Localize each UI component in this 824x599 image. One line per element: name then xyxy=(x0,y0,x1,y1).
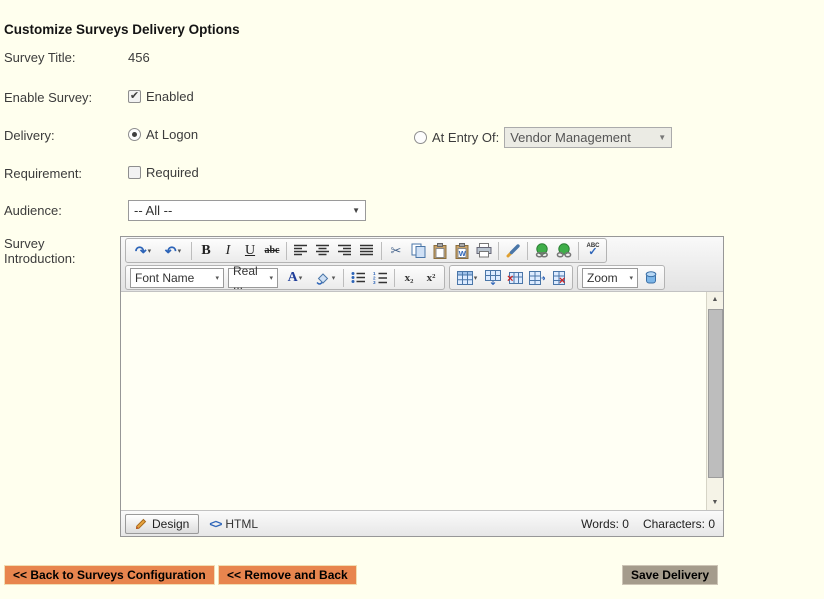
insert-column-icon[interactable] xyxy=(526,267,548,289)
code-brackets-icon: <> xyxy=(209,517,221,531)
editor-body: ▲ ▼ xyxy=(121,292,723,510)
toolbar-separator xyxy=(343,269,344,287)
at-logon-radio[interactable] xyxy=(128,128,141,141)
bold-icon[interactable]: B xyxy=(195,240,217,262)
highlight-color-icon[interactable]: ▾ xyxy=(310,267,340,289)
page-title: Customize Surveys Delivery Options xyxy=(4,22,240,37)
delete-column-icon[interactable]: × xyxy=(548,267,570,289)
check-icon: ✔ xyxy=(130,91,139,102)
copy-icon[interactable] xyxy=(407,240,429,262)
enabled-checkbox-label: Enabled xyxy=(146,89,194,104)
words-count: Words: 0 xyxy=(581,517,629,531)
remove-link-icon[interactable] xyxy=(553,240,575,262)
audience-select[interactable]: -- All -- ▼ xyxy=(128,200,366,221)
rich-text-editor: ↷▾ ↶▾ B I U abc ✂ W xyxy=(120,236,724,537)
superscript-icon[interactable]: x² xyxy=(420,267,442,289)
tab-html[interactable]: <> HTML xyxy=(209,517,258,531)
delivery-label: Delivery: xyxy=(4,128,55,143)
paste-from-word-icon[interactable]: W xyxy=(451,240,473,262)
align-left-icon[interactable] xyxy=(290,240,312,262)
pencil-icon xyxy=(135,518,147,530)
delete-row-icon[interactable]: × xyxy=(504,267,526,289)
toolbar-separator xyxy=(498,242,499,260)
tab-design[interactable]: Design xyxy=(125,514,199,534)
editor-content-area[interactable] xyxy=(121,292,706,510)
toolbar-group-font: Font Name ▾ Real ... ▾ A▾ ▾ 123 x₂ x² xyxy=(125,265,445,290)
underline-icon[interactable]: U xyxy=(239,240,261,262)
audience-label: Audience: xyxy=(4,203,62,218)
at-entry-radio[interactable] xyxy=(414,131,427,144)
zoom-combo[interactable]: Zoom ▾ xyxy=(582,268,638,288)
font-size-combo[interactable]: Real ... ▾ xyxy=(228,268,278,288)
paste-icon[interactable] xyxy=(429,240,451,262)
strikethrough-icon[interactable]: abc xyxy=(261,240,283,262)
radio-dot-icon xyxy=(132,132,137,137)
undo-icon[interactable]: ↶▾ xyxy=(158,240,188,262)
requirement-label: Requirement: xyxy=(4,166,82,181)
survey-title-value: 456 xyxy=(128,50,150,65)
redo-icon[interactable]: ↷▾ xyxy=(128,240,158,262)
align-right-icon[interactable] xyxy=(334,240,356,262)
scrollbar-thumb[interactable] xyxy=(708,309,723,478)
toolbar-separator xyxy=(286,242,287,260)
editor-counters: Words: 0 Characters: 0 xyxy=(581,517,715,531)
save-delivery-button[interactable]: Save Delivery xyxy=(622,565,718,585)
audience-select-value: -- All -- xyxy=(134,203,172,218)
dropdown-arrow-icon: ▼ xyxy=(352,206,360,215)
insert-row-icon[interactable] xyxy=(482,267,504,289)
editor-scrollbar[interactable]: ▲ ▼ xyxy=(706,292,723,510)
toolbar-group-zoom: Zoom ▾ xyxy=(577,265,665,290)
dropdown-arrow-icon: ▼ xyxy=(658,133,666,142)
toolbar-separator xyxy=(527,242,528,260)
toolbar-separator xyxy=(578,242,579,260)
editor-toolbar: ↷▾ ↶▾ B I U abc ✂ W xyxy=(121,237,723,292)
customize-surveys-page: Customize Surveys Delivery Options Surve… xyxy=(0,0,824,599)
at-entry-select-value: Vendor Management xyxy=(510,130,631,145)
scroll-down-icon[interactable]: ▼ xyxy=(712,497,719,508)
remove-and-back-button[interactable]: << Remove and Back xyxy=(218,565,357,585)
enable-survey-label: Enable Survey: xyxy=(4,90,92,105)
editor-footer: Design <> HTML Words: 0 Characters: 0 xyxy=(121,510,723,536)
toolbar-group-main: ↷▾ ↶▾ B I U abc ✂ W xyxy=(125,238,607,263)
scrollbar-track[interactable] xyxy=(708,305,723,497)
align-justify-icon[interactable] xyxy=(356,240,378,262)
svg-text:3: 3 xyxy=(373,280,376,284)
svg-text:×: × xyxy=(507,273,513,285)
at-logon-radio-label: At Logon xyxy=(146,127,198,142)
italic-icon[interactable]: I xyxy=(217,240,239,262)
font-name-combo[interactable]: Font Name ▾ xyxy=(130,268,224,288)
format-stripper-brush-icon[interactable] xyxy=(502,240,524,262)
toolbar-row-2: Font Name ▾ Real ... ▾ A▾ ▾ 123 x₂ x² xyxy=(123,264,721,291)
at-entry-radio-label: At Entry Of: xyxy=(432,130,499,145)
back-to-surveys-configuration-button[interactable]: << Back to Surveys Configuration xyxy=(4,565,215,585)
insert-link-icon[interactable] xyxy=(531,240,553,262)
svg-text:×: × xyxy=(559,275,565,285)
spellcheck-icon[interactable]: ABC ✓ xyxy=(582,240,604,262)
toolbar-separator xyxy=(381,242,382,260)
survey-introduction-label: Survey Introduction: xyxy=(4,236,114,266)
enabled-checkbox[interactable]: ✔ xyxy=(128,90,141,103)
toolbar-separator xyxy=(191,242,192,260)
bullet-list-icon[interactable] xyxy=(347,267,369,289)
characters-count: Characters: 0 xyxy=(643,517,715,531)
insert-table-icon[interactable]: ▾ xyxy=(452,267,482,289)
module-cube-icon[interactable] xyxy=(640,267,662,289)
required-checkbox[interactable] xyxy=(128,166,141,179)
toolbar-group-table: ▾ × × xyxy=(449,265,573,290)
toolbar-separator xyxy=(394,269,395,287)
svg-text:W: W xyxy=(459,249,467,258)
scroll-up-icon[interactable]: ▲ xyxy=(712,294,719,305)
toolbar-row-1: ↷▾ ↶▾ B I U abc ✂ W xyxy=(123,237,721,264)
align-center-icon[interactable] xyxy=(312,240,334,262)
print-icon[interactable] xyxy=(473,240,495,262)
numbered-list-icon[interactable]: 123 xyxy=(369,267,391,289)
subscript-icon[interactable]: x₂ xyxy=(398,267,420,289)
font-color-icon[interactable]: A▾ xyxy=(280,267,310,289)
at-entry-select[interactable]: Vendor Management ▼ xyxy=(504,127,672,148)
survey-title-label: Survey Title: xyxy=(4,50,76,65)
cut-icon[interactable]: ✂ xyxy=(385,240,407,262)
required-checkbox-label: Required xyxy=(146,165,199,180)
